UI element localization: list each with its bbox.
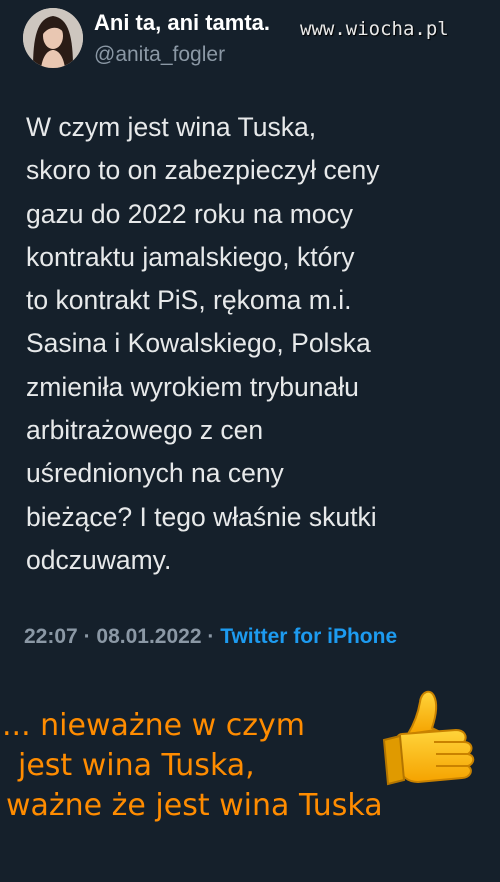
tweet-text-line: arbitrażowego z cen (26, 415, 264, 446)
watermark: www.wiocha.pl (300, 18, 449, 40)
tweet-text-line: skoro to on zabezpieczył ceny (26, 155, 380, 186)
meta-separator: · (83, 625, 91, 648)
tweet-source-link[interactable]: Twitter for iPhone (220, 625, 397, 648)
tweet-text-line: uśrednionych na ceny (26, 458, 284, 489)
display-name[interactable]: Ani ta, ani tamta. (94, 10, 270, 36)
tweet-text-line: Sasina i Kowalskiego, Polska (26, 328, 371, 359)
user-handle[interactable]: @anita_fogler (94, 43, 225, 67)
tweet-text-line: gazu do 2022 roku na mocy (26, 198, 354, 229)
avatar[interactable] (23, 8, 83, 68)
tweet-meta: 22:07 · 08.01.2022 · Twitter for iPhone (24, 620, 484, 654)
thumbs-up-icon (378, 684, 488, 792)
tweet-text-line: odczuwamy. (26, 544, 172, 575)
tweet-text-line: to kontrakt PiS, rękoma m.i. (26, 285, 352, 316)
tweet-text-line: W czym jest wina Tuska, (26, 112, 317, 142)
tweet-text: W czym jest wina Tuska, skoro to on zabe… (26, 106, 481, 582)
meta-separator: · (207, 625, 215, 648)
tweet-date[interactable]: 08.01.2022 (96, 625, 201, 648)
tweet-text-line: bieżące? I tego właśnie skutki (26, 501, 377, 532)
avatar-photo (23, 8, 83, 68)
tweet-time[interactable]: 22:07 (24, 625, 78, 648)
tweet-text-line: kontraktu jamalskiego, który (26, 241, 355, 272)
tweet-text-line: zmieniła wyrokiem trybunału (26, 371, 359, 402)
